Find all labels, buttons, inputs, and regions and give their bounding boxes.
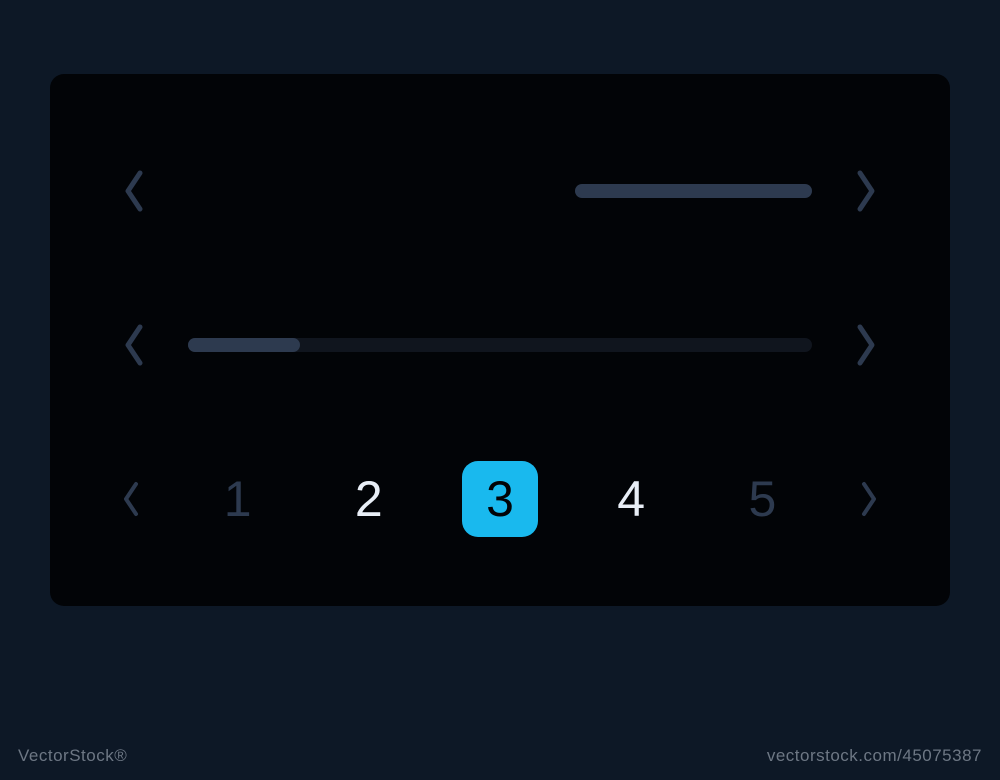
chevron-left-icon: [120, 479, 142, 519]
chevron-left-icon: [120, 321, 148, 369]
chevron-right-icon: [858, 479, 880, 519]
page-number-5[interactable]: 5: [724, 461, 800, 537]
indicator-track[interactable]: [188, 184, 812, 198]
watermark-id: vectorstock.com/45075387: [767, 746, 982, 766]
progress-slider-row: [50, 300, 950, 390]
next-button-row1[interactable]: [852, 167, 880, 215]
slider-fill: [188, 338, 300, 352]
next-button-row2[interactable]: [852, 321, 880, 369]
progress-slider[interactable]: [188, 338, 812, 352]
pagination-row: 12345: [50, 454, 950, 544]
pagination-pages: 12345: [172, 461, 828, 537]
indicator-active-segment: [575, 184, 812, 198]
page-number-2[interactable]: 2: [331, 461, 407, 537]
prev-button-row2[interactable]: [120, 321, 148, 369]
prev-button-row1[interactable]: [120, 167, 148, 215]
ui-panel: 12345: [50, 74, 950, 606]
chevron-left-icon: [120, 167, 148, 215]
prev-page-button[interactable]: [120, 479, 142, 519]
page-number-1[interactable]: 1: [200, 461, 276, 537]
page-number-3[interactable]: 3: [462, 461, 538, 537]
page-number-4[interactable]: 4: [593, 461, 669, 537]
watermark-brand: VectorStock®: [18, 746, 127, 766]
carousel-indicator-row: [50, 146, 950, 236]
next-page-button[interactable]: [858, 479, 880, 519]
chevron-right-icon: [852, 321, 880, 369]
chevron-right-icon: [852, 167, 880, 215]
